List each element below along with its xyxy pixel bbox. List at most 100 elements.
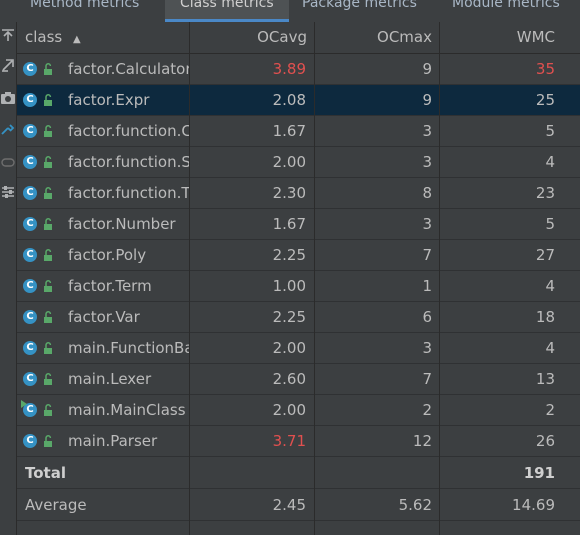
tab-method-metrics[interactable]: Method metrics — [30, 0, 162, 22]
run-icon — [21, 400, 27, 408]
table-row[interactable]: Cfactor.Term 1.00 1 4 — [17, 271, 580, 302]
table-row[interactable]: Cfactor.Poly 2.25 7 27 — [17, 240, 580, 271]
public-lock-icon — [44, 94, 52, 106]
public-lock-icon — [44, 435, 52, 447]
ocavg-value: 1.67 — [272, 215, 306, 233]
sort-ascending-icon: ▲ — [73, 34, 81, 45]
ocmax-value: 9 — [422, 60, 432, 78]
class-icon: C — [23, 155, 37, 169]
table-row[interactable]: Cmain.MainClass 2.00 2 2 — [17, 395, 580, 426]
tab-bar: Method metrics Class metrics Package met… — [0, 0, 580, 22]
wmc-value: 18 — [535, 308, 555, 326]
wmc-value: 26 — [535, 432, 555, 450]
expand-icon[interactable] — [0, 57, 16, 73]
class-name: factor.function.S — [68, 153, 189, 171]
total-label: Total — [25, 464, 66, 482]
ocavg-value: 3.89 — [272, 60, 306, 78]
class-icon: C — [23, 62, 37, 76]
class-name: main.Lexer — [68, 370, 152, 388]
class-icon: C — [23, 217, 37, 231]
ocavg-value: 2.00 — [272, 153, 306, 171]
column-header-wmc[interactable]: WMC — [439, 22, 555, 53]
average-wmc: 14.69 — [512, 496, 555, 514]
table-row[interactable]: Cmain.FunctionBa: 2.00 3 4 — [17, 333, 580, 364]
public-lock-icon — [44, 218, 52, 230]
ocavg-value: 2.00 — [272, 339, 306, 357]
ocmax-value: 7 — [422, 370, 432, 388]
wmc-value: 4 — [545, 277, 555, 295]
public-lock-icon — [44, 342, 52, 354]
ocmax-value: 3 — [422, 153, 432, 171]
class-icon: C — [23, 248, 37, 262]
wmc-value: 25 — [535, 91, 555, 109]
table-row[interactable]: Cfactor.function.C 1.67 3 5 — [17, 116, 580, 147]
wmc-value: 4 — [545, 153, 555, 171]
column-header-class[interactable]: class ▲ — [25, 22, 189, 53]
table-row[interactable]: Cmain.Lexer 2.60 7 13 — [17, 364, 580, 395]
class-icon: C — [23, 341, 37, 355]
class-name: factor.Expr — [68, 91, 150, 109]
wmc-value: 5 — [545, 122, 555, 140]
class-name: main.Parser — [68, 432, 158, 450]
table-header: class ▲ OCavg OCmax WMC — [17, 22, 580, 54]
class-icon: C — [23, 372, 37, 386]
class-icon: C — [23, 310, 37, 324]
public-lock-icon — [44, 249, 52, 261]
column-divider — [189, 22, 190, 535]
ocavg-value: 2.30 — [272, 184, 306, 202]
ocmax-value: 12 — [412, 432, 432, 450]
column-divider — [439, 22, 440, 535]
toggle-icon[interactable] — [0, 154, 16, 170]
table-row[interactable]: Cfactor.function.S 2.00 3 4 — [17, 147, 580, 178]
tab-package-metrics[interactable]: Package metrics — [302, 0, 442, 22]
left-toolbar — [0, 22, 17, 535]
public-lock-icon — [44, 156, 52, 168]
class-name: factor.function.C — [68, 122, 189, 140]
table-row[interactable]: Cfactor.function.T 2.30 8 23 — [17, 178, 580, 209]
average-ocmax: 5.62 — [398, 496, 432, 514]
ocmax-value: 3 — [422, 339, 432, 357]
class-name: factor.Var — [68, 308, 140, 326]
wmc-value: 2 — [545, 401, 555, 419]
ocmax-value: 9 — [422, 91, 432, 109]
public-lock-icon — [44, 311, 52, 323]
ocavg-value: 1.67 — [272, 122, 306, 140]
total-wmc: 191 — [523, 464, 555, 482]
wmc-value: 23 — [535, 184, 555, 202]
column-header-ocmax[interactable]: OCmax — [314, 22, 432, 53]
table-row[interactable]: Cfactor.Expr 2.08 9 25 — [17, 85, 580, 116]
table-row[interactable]: Cfactor.Calculator 3.89 9 35 — [17, 54, 580, 85]
public-lock-icon — [44, 280, 52, 292]
ocmax-value: 3 — [422, 215, 432, 233]
table-row[interactable]: Cmain.Parser 3.71 12 26 — [17, 426, 580, 457]
class-name: factor.Calculator — [68, 60, 189, 78]
ocavg-value: 2.25 — [272, 246, 306, 264]
total-row: Total 191 — [17, 457, 580, 489]
class-icon: C — [23, 434, 37, 448]
ocmax-value: 7 — [422, 246, 432, 264]
diff-icon[interactable] — [0, 122, 16, 138]
tab-class-metrics[interactable]: Class metrics — [165, 0, 289, 22]
class-icon: C — [23, 124, 37, 138]
ocmax-value: 1 — [422, 277, 432, 295]
table-row[interactable]: Cfactor.Var 2.25 6 18 — [17, 302, 580, 333]
column-header-class-label: class — [25, 28, 63, 46]
settings-icon[interactable] — [0, 184, 16, 200]
wmc-value: 4 — [545, 339, 555, 357]
public-lock-icon — [44, 373, 52, 385]
ocavg-value: 3.71 — [272, 432, 306, 450]
average-ocavg: 2.45 — [272, 496, 306, 514]
column-header-ocavg[interactable]: OCavg — [189, 22, 307, 53]
table-row[interactable]: Cfactor.Number 1.67 3 5 — [17, 209, 580, 240]
ocmax-value: 3 — [422, 122, 432, 140]
ocavg-value: 2.25 — [272, 308, 306, 326]
tab-module-metrics[interactable]: Module metrics — [452, 0, 580, 22]
class-icon: C — [23, 186, 37, 200]
average-label: Average — [25, 496, 87, 514]
class-icon: C — [23, 279, 37, 293]
camera-icon[interactable] — [0, 90, 16, 106]
wmc-value: 5 — [545, 215, 555, 233]
class-icon: C — [23, 93, 37, 107]
class-name: main.MainClass — [68, 401, 186, 419]
export-icon[interactable] — [0, 27, 16, 43]
